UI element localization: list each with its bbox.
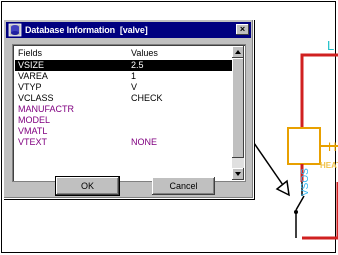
arrow-down-icon <box>235 172 241 176</box>
switch-blade <box>295 195 305 211</box>
header-fields: Fields <box>18 48 43 58</box>
header-values: Values <box>131 48 158 58</box>
field-name: MANUFACTR <box>18 104 74 114</box>
field-name: VMATL <box>18 126 48 136</box>
list-row-vtyp[interactable]: VTYP V <box>15 82 233 93</box>
ok-button[interactable]: OK <box>55 176 120 196</box>
list-row-vmatl[interactable]: VMATL <box>15 126 233 137</box>
list-row-model[interactable]: MODEL <box>15 115 233 126</box>
field-value: 1 <box>131 71 137 81</box>
field-name: VTEXT <box>18 137 48 147</box>
scroll-down-button[interactable] <box>232 168 244 180</box>
list-scrollbar[interactable] <box>232 46 244 180</box>
field-value: 2.5 <box>131 60 144 70</box>
list-row-vtext[interactable]: VTEXT NONE <box>15 137 233 148</box>
schematic-label-h: H <box>328 140 337 154</box>
field-name: VAREA <box>18 71 48 81</box>
list-row-varea[interactable]: VAREA 1 <box>15 71 233 82</box>
field-name: MODEL <box>18 115 51 125</box>
pointer-arrowhead <box>275 179 290 197</box>
schematic-label-l: L <box>327 38 335 53</box>
dialog-title: Database Information [valve] <box>25 25 148 35</box>
schematic-label-heat: HEAT <box>320 161 338 170</box>
schematic-red-line <box>300 53 338 128</box>
database-app-icon <box>8 23 22 37</box>
close-icon: × <box>239 24 246 34</box>
field-name: VTYP <box>18 82 42 92</box>
database-info-dialog: Database Information [valve] × Fields Va… <box>3 19 254 199</box>
field-value: CHECK <box>131 93 163 103</box>
cancel-button[interactable]: Cancel <box>152 177 215 195</box>
field-value: V <box>131 82 138 92</box>
list-row-manufactr[interactable]: MANUFACTR <box>15 104 233 115</box>
pointer-line <box>253 142 286 189</box>
field-value: NONE <box>131 137 158 147</box>
fields-list[interactable]: Fields Values VSIZE 2.5 VAREA 1 VTYP V V… <box>12 44 246 182</box>
scroll-up-button[interactable] <box>232 46 244 58</box>
list-row-vclass[interactable]: VCLASS CHECK <box>15 93 233 104</box>
list-row-vsize[interactable]: VSIZE 2.5 <box>15 60 233 71</box>
field-name: VSIZE <box>18 60 45 70</box>
heater-box <box>287 127 321 165</box>
list-header: Fields Values <box>15 47 233 59</box>
field-name: VCLASS <box>18 93 54 103</box>
arrow-up-icon <box>235 50 241 54</box>
scroll-thumb[interactable] <box>232 58 244 158</box>
dialog-titlebar[interactable]: Database Information [valve] × <box>6 22 251 38</box>
schematic-label-vsos: VSOS <box>300 168 311 196</box>
close-button[interactable]: × <box>236 24 249 35</box>
